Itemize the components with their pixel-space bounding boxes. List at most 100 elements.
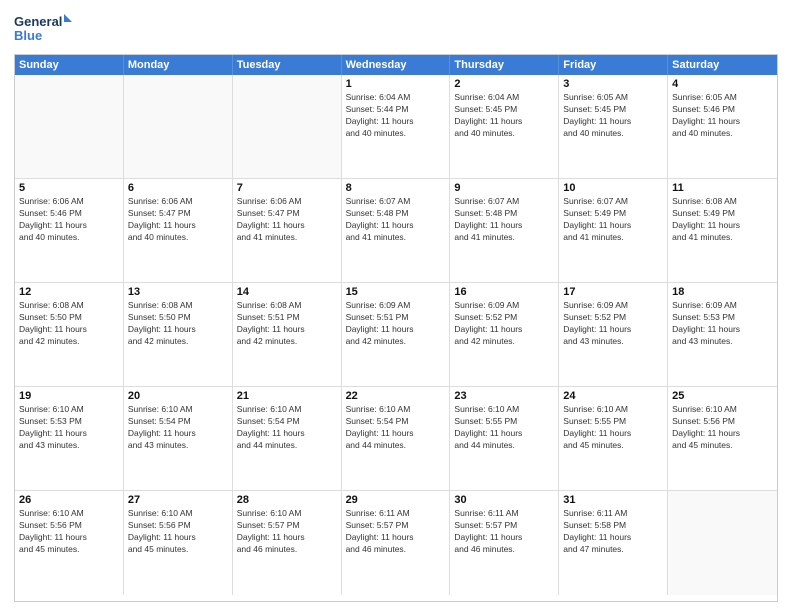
calendar-cell-w1-d4: 1 Sunrise: 6:04 AMSunset: 5:44 PMDaylight… — [342, 75, 451, 178]
day-info: Sunrise: 6:09 AMSunset: 5:51 PMDaylight:… — [346, 300, 446, 348]
header: General Blue — [14, 10, 778, 50]
calendar-cell-w1-d1 — [15, 75, 124, 178]
calendar-cell-w4-d5: 23 Sunrise: 6:10 AMSunset: 5:55 PMDayligh… — [450, 387, 559, 490]
calendar-cell-w1-d6: 3 Sunrise: 6:05 AMSunset: 5:45 PMDaylight… — [559, 75, 668, 178]
day-number: 16 — [454, 286, 554, 298]
day-info: Sunrise: 6:10 AMSunset: 5:55 PMDaylight:… — [454, 404, 554, 452]
day-info: Sunrise: 6:10 AMSunset: 5:54 PMDaylight:… — [237, 404, 337, 452]
day-number: 12 — [19, 286, 119, 298]
calendar-cell-w2-d3: 7Sunrise: 6:06 AMSunset: 5:47 PMDaylight… — [233, 179, 342, 282]
day-number: 23 — [454, 390, 554, 402]
day-number: 10 — [563, 182, 663, 194]
calendar-week-2: 5 Sunrise: 6:06 AMSunset: 5:46 PMDaylight… — [15, 179, 777, 283]
day-info: Sunrise: 6:07 AMSunset: 5:48 PMDaylight:… — [346, 196, 446, 244]
calendar-cell-w1-d7: 4Sunrise: 6:05 AMSunset: 5:46 PMDaylight… — [668, 75, 777, 178]
day-info: Sunrise: 6:10 AMSunset: 5:56 PMDaylight:… — [128, 508, 228, 556]
page: General Blue SundayMondayTuesdayWednesda… — [0, 0, 792, 612]
day-info: Sunrise: 6:10 AMSunset: 5:55 PMDaylight:… — [563, 404, 663, 452]
svg-text:Blue: Blue — [14, 28, 42, 43]
day-info: Sunrise: 6:07 AMSunset: 5:48 PMDaylight:… — [454, 196, 554, 244]
calendar-cell-w2-d7: 11 Sunrise: 6:08 AMSunset: 5:49 PMDayligh… — [668, 179, 777, 282]
header-day-saturday: Saturday — [668, 55, 777, 75]
calendar-cell-w5-d3: 28 Sunrise: 6:10 AMSunset: 5:57 PMDayligh… — [233, 491, 342, 595]
calendar-cell-w4-d4: 22 Sunrise: 6:10 AMSunset: 5:54 PMDayligh… — [342, 387, 451, 490]
day-info: Sunrise: 6:08 AMSunset: 5:49 PMDaylight:… — [672, 196, 773, 244]
day-number: 22 — [346, 390, 446, 402]
day-number: 17 — [563, 286, 663, 298]
day-info: Sunrise: 6:07 AMSunset: 5:49 PMDaylight:… — [563, 196, 663, 244]
day-info: Sunrise: 6:10 AMSunset: 5:56 PMDaylight:… — [19, 508, 119, 556]
header-day-thursday: Thursday — [450, 55, 559, 75]
calendar-body: 1 Sunrise: 6:04 AMSunset: 5:44 PMDaylight… — [15, 75, 777, 595]
header-day-wednesday: Wednesday — [342, 55, 451, 75]
calendar-cell-w4-d7: 25 Sunrise: 6:10 AMSunset: 5:56 PMDayligh… — [668, 387, 777, 490]
day-info: Sunrise: 6:10 AMSunset: 5:53 PMDaylight:… — [19, 404, 119, 452]
day-number: 28 — [237, 494, 337, 506]
calendar-cell-w2-d4: 8Sunrise: 6:07 AMSunset: 5:48 PMDaylight… — [342, 179, 451, 282]
day-info: Sunrise: 6:10 AMSunset: 5:54 PMDaylight:… — [346, 404, 446, 452]
calendar-cell-w5-d2: 27 Sunrise: 6:10 AMSunset: 5:56 PMDayligh… — [124, 491, 233, 595]
day-info: Sunrise: 6:06 AMSunset: 5:46 PMDaylight:… — [19, 196, 119, 244]
svg-text:General: General — [14, 14, 62, 29]
day-number: 31 — [563, 494, 663, 506]
day-info: Sunrise: 6:10 AMSunset: 5:54 PMDaylight:… — [128, 404, 228, 452]
day-number: 11 — [672, 182, 773, 194]
calendar-cell-w5-d1: 26 Sunrise: 6:10 AMSunset: 5:56 PMDayligh… — [15, 491, 124, 595]
calendar: SundayMondayTuesdayWednesdayThursdayFrid… — [14, 54, 778, 602]
day-info: Sunrise: 6:10 AMSunset: 5:56 PMDaylight:… — [672, 404, 773, 452]
day-info: Sunrise: 6:09 AMSunset: 5:53 PMDaylight:… — [672, 300, 773, 348]
calendar-cell-w4-d6: 24 Sunrise: 6:10 AMSunset: 5:55 PMDayligh… — [559, 387, 668, 490]
calendar-week-1: 1 Sunrise: 6:04 AMSunset: 5:44 PMDaylight… — [15, 75, 777, 179]
day-number: 20 — [128, 390, 228, 402]
day-info: Sunrise: 6:06 AMSunset: 5:47 PMDaylight:… — [128, 196, 228, 244]
calendar-cell-w3-d7: 18Sunrise: 6:09 AMSunset: 5:53 PMDayligh… — [668, 283, 777, 386]
day-number: 30 — [454, 494, 554, 506]
calendar-cell-w1-d5: 2 Sunrise: 6:04 AMSunset: 5:45 PMDaylight… — [450, 75, 559, 178]
day-info: Sunrise: 6:08 AMSunset: 5:51 PMDaylight:… — [237, 300, 337, 348]
day-info: Sunrise: 6:04 AMSunset: 5:44 PMDaylight:… — [346, 92, 446, 140]
day-info: Sunrise: 6:08 AMSunset: 5:50 PMDaylight:… — [128, 300, 228, 348]
calendar-cell-w2-d6: 10 Sunrise: 6:07 AMSunset: 5:49 PMDayligh… — [559, 179, 668, 282]
day-number: 21 — [237, 390, 337, 402]
calendar-cell-w4-d1: 19Sunrise: 6:10 AMSunset: 5:53 PMDayligh… — [15, 387, 124, 490]
day-number: 13 — [128, 286, 228, 298]
calendar-cell-w3-d4: 15Sunrise: 6:09 AMSunset: 5:51 PMDayligh… — [342, 283, 451, 386]
header-day-friday: Friday — [559, 55, 668, 75]
calendar-week-5: 26 Sunrise: 6:10 AMSunset: 5:56 PMDayligh… — [15, 491, 777, 595]
calendar-cell-w1-d3 — [233, 75, 342, 178]
calendar-week-4: 19Sunrise: 6:10 AMSunset: 5:53 PMDayligh… — [15, 387, 777, 491]
day-number: 7 — [237, 182, 337, 194]
day-number: 27 — [128, 494, 228, 506]
day-number: 1 — [346, 78, 446, 90]
day-number: 2 — [454, 78, 554, 90]
day-info: Sunrise: 6:11 AMSunset: 5:58 PMDaylight:… — [563, 508, 663, 556]
calendar-cell-w4-d2: 20 Sunrise: 6:10 AMSunset: 5:54 PMDayligh… — [124, 387, 233, 490]
calendar-cell-w1-d2 — [124, 75, 233, 178]
calendar-cell-w5-d5: 30Sunrise: 6:11 AMSunset: 5:57 PMDayligh… — [450, 491, 559, 595]
calendar-week-3: 12 Sunrise: 6:08 AMSunset: 5:50 PMDayligh… — [15, 283, 777, 387]
calendar-cell-w5-d6: 31 Sunrise: 6:11 AMSunset: 5:58 PMDayligh… — [559, 491, 668, 595]
calendar-cell-w3-d3: 14Sunrise: 6:08 AMSunset: 5:51 PMDayligh… — [233, 283, 342, 386]
calendar-cell-w2-d5: 9Sunrise: 6:07 AMSunset: 5:48 PMDaylight… — [450, 179, 559, 282]
calendar-cell-w5-d4: 29Sunrise: 6:11 AMSunset: 5:57 PMDayligh… — [342, 491, 451, 595]
day-info: Sunrise: 6:04 AMSunset: 5:45 PMDaylight:… — [454, 92, 554, 140]
day-info: Sunrise: 6:05 AMSunset: 5:46 PMDaylight:… — [672, 92, 773, 140]
day-info: Sunrise: 6:09 AMSunset: 5:52 PMDaylight:… — [563, 300, 663, 348]
calendar-cell-w3-d1: 12Sunrise: 6:08 AMSunset: 5:50 PMDayligh… — [15, 283, 124, 386]
calendar-cell-w4-d3: 21 Sunrise: 6:10 AMSunset: 5:54 PMDayligh… — [233, 387, 342, 490]
day-number: 25 — [672, 390, 773, 402]
day-info: Sunrise: 6:11 AMSunset: 5:57 PMDaylight:… — [346, 508, 446, 556]
day-info: Sunrise: 6:10 AMSunset: 5:57 PMDaylight:… — [237, 508, 337, 556]
logo: General Blue — [14, 10, 74, 50]
day-number: 24 — [563, 390, 663, 402]
calendar-cell-w3-d5: 16Sunrise: 6:09 AMSunset: 5:52 PMDayligh… — [450, 283, 559, 386]
calendar-header: SundayMondayTuesdayWednesdayThursdayFrid… — [15, 55, 777, 75]
day-number: 26 — [19, 494, 119, 506]
header-day-monday: Monday — [124, 55, 233, 75]
calendar-cell-w3-d2: 13 Sunrise: 6:08 AMSunset: 5:50 PMDayligh… — [124, 283, 233, 386]
day-number: 5 — [19, 182, 119, 194]
logo-svg: General Blue — [14, 10, 74, 50]
day-info: Sunrise: 6:05 AMSunset: 5:45 PMDaylight:… — [563, 92, 663, 140]
day-number: 6 — [128, 182, 228, 194]
day-number: 3 — [563, 78, 663, 90]
